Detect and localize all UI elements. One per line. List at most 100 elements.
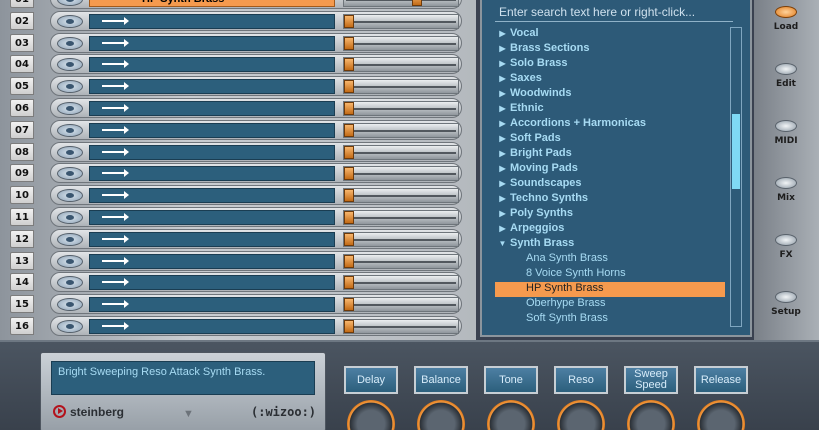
fader-knob[interactable] <box>412 0 422 6</box>
program-slot[interactable] <box>89 210 335 225</box>
preset-item[interactable]: Oberhype Brass <box>495 297 725 312</box>
channel-edit-eye-icon[interactable] <box>57 145 83 159</box>
nav-load[interactable]: Load <box>758 6 814 46</box>
volume-fader[interactable] <box>343 210 459 225</box>
volume-fader[interactable] <box>343 35 459 51</box>
triangle-right-icon[interactable]: ▶ <box>495 164 510 173</box>
fader-knob[interactable] <box>344 211 354 224</box>
fader-knob[interactable] <box>344 102 354 115</box>
channel-strip[interactable]: HP Synth Brass <box>50 0 462 9</box>
channel-strip[interactable] <box>50 10 462 31</box>
volume-fader[interactable] <box>343 0 459 7</box>
nav-mix[interactable]: Mix <box>758 177 814 217</box>
param-knob[interactable] <box>347 400 395 430</box>
triangle-right-icon[interactable]: ▶ <box>495 134 510 143</box>
fader-knob[interactable] <box>344 189 354 203</box>
program-slot[interactable] <box>89 166 335 182</box>
volume-fader[interactable] <box>343 101 459 116</box>
triangle-right-icon[interactable]: ▶ <box>495 224 510 233</box>
param-button[interactable]: Tone <box>484 366 538 394</box>
volume-fader[interactable] <box>343 188 459 204</box>
param-knob[interactable] <box>697 400 745 430</box>
program-slot[interactable] <box>89 144 335 160</box>
preset-item[interactable]: 8 Voice Synth Horns <box>495 267 725 282</box>
program-slot[interactable] <box>89 253 335 269</box>
preset-item[interactable]: Soft Synth Brass <box>495 312 725 327</box>
fader-knob[interactable] <box>344 167 354 181</box>
triangle-right-icon[interactable]: ▶ <box>495 194 510 203</box>
volume-fader[interactable] <box>343 57 459 73</box>
fader-knob[interactable] <box>344 254 354 268</box>
channel-edit-eye-icon[interactable] <box>57 14 83 28</box>
fader-knob[interactable] <box>344 298 354 312</box>
category-item[interactable]: ▶ Soft Pads <box>495 132 725 147</box>
category-item[interactable]: ▶ Bright Pads <box>495 147 725 162</box>
triangle-right-icon[interactable]: ▶ <box>495 149 510 158</box>
triangle-down-icon[interactable]: ▼ <box>495 239 510 248</box>
channel-strip[interactable] <box>50 76 462 97</box>
channel-strip[interactable] <box>50 207 462 227</box>
channel-strip[interactable] <box>50 119 462 140</box>
param-button[interactable]: Sweep Speed <box>624 366 678 394</box>
channel-edit-eye-icon[interactable] <box>57 80 83 94</box>
nav-fx[interactable]: FX <box>758 234 814 274</box>
channel-edit-eye-icon[interactable] <box>57 211 83 224</box>
channel-edit-eye-icon[interactable] <box>57 320 83 333</box>
preset-item[interactable]: Ana Synth Brass <box>495 252 725 267</box>
category-item[interactable]: ▶ Poly Synths <box>495 207 725 222</box>
category-item[interactable]: ▶ Vocal <box>495 27 725 42</box>
triangle-right-icon[interactable]: ▶ <box>495 74 510 83</box>
volume-fader[interactable] <box>343 144 459 160</box>
program-slot[interactable] <box>89 275 335 291</box>
channel-edit-eye-icon[interactable] <box>57 276 83 290</box>
triangle-right-icon[interactable]: ▶ <box>495 29 510 38</box>
program-slot[interactable] <box>89 13 335 29</box>
param-button[interactable]: Reso <box>554 366 608 394</box>
triangle-right-icon[interactable]: ▶ <box>495 119 510 128</box>
volume-fader[interactable] <box>343 253 459 269</box>
param-knob[interactable] <box>557 400 605 430</box>
channel-strip[interactable] <box>50 32 462 53</box>
param-knob[interactable] <box>627 400 675 430</box>
fader-knob[interactable] <box>344 36 354 50</box>
program-slot[interactable] <box>89 57 335 73</box>
nav-button-icon[interactable] <box>775 63 797 75</box>
channel-edit-eye-icon[interactable] <box>57 36 83 50</box>
channel-strip[interactable] <box>50 250 462 271</box>
category-item[interactable]: ▶ Ethnic <box>495 102 725 117</box>
category-item[interactable]: ▶ Moving Pads <box>495 162 725 177</box>
nav-button-icon[interactable] <box>775 291 797 303</box>
nav-edit[interactable]: Edit <box>758 63 814 103</box>
volume-fader[interactable] <box>343 319 459 334</box>
channel-edit-eye-icon[interactable] <box>57 189 83 203</box>
volume-fader[interactable] <box>343 297 459 313</box>
volume-fader[interactable] <box>343 166 459 182</box>
channel-edit-eye-icon[interactable] <box>57 298 83 312</box>
category-item[interactable]: ▼ Synth Brass <box>495 237 725 252</box>
param-knob[interactable] <box>487 400 535 430</box>
channel-edit-eye-icon[interactable] <box>57 0 83 6</box>
search-input[interactable] <box>495 2 733 22</box>
nav-button-icon[interactable] <box>775 120 797 132</box>
program-slot[interactable] <box>89 297 335 313</box>
channel-strip[interactable] <box>50 228 462 249</box>
program-slot[interactable] <box>89 231 335 247</box>
channel-edit-eye-icon[interactable] <box>57 102 83 115</box>
browser-scrollbar[interactable] <box>730 27 742 327</box>
volume-fader[interactable] <box>343 231 459 247</box>
nav-setup[interactable]: Setup <box>758 291 814 331</box>
category-item[interactable]: ▶ Soundscapes <box>495 177 725 192</box>
nav-button-icon[interactable] <box>775 6 797 18</box>
program-slot[interactable] <box>89 101 335 116</box>
category-item[interactable]: ▶ Accordions + Harmonicas <box>495 117 725 132</box>
volume-fader[interactable] <box>343 79 459 95</box>
volume-fader[interactable] <box>343 275 459 291</box>
category-item[interactable]: ▶ Techno Synths <box>495 192 725 207</box>
program-slot[interactable] <box>89 188 335 204</box>
channel-strip[interactable] <box>50 294 462 315</box>
channel-edit-eye-icon[interactable] <box>57 167 83 181</box>
preset-item[interactable]: HP Synth Brass <box>495 282 725 297</box>
volume-fader[interactable] <box>343 122 459 138</box>
volume-fader[interactable] <box>343 13 459 29</box>
scrollbar-thumb[interactable] <box>732 114 740 189</box>
